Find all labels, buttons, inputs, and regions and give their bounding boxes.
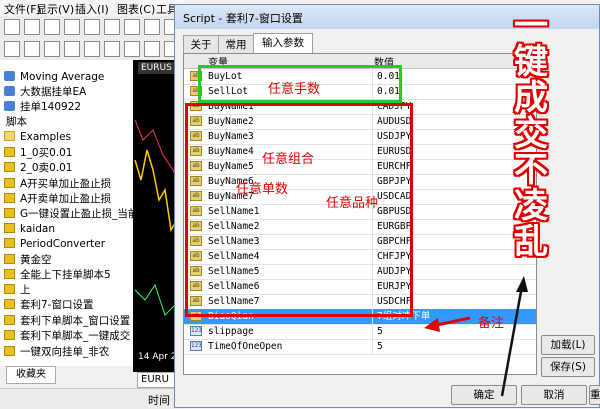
slogan-char: 一 xyxy=(514,6,548,46)
slogan-char: 乱 xyxy=(514,222,548,262)
note-arrow-head xyxy=(424,318,440,332)
ok-arrow xyxy=(500,285,524,397)
ok-arrow-head xyxy=(516,276,528,292)
slogan-char: 交 xyxy=(514,114,548,154)
slogan-char: 不 xyxy=(514,150,548,190)
slogan-char: 凌 xyxy=(514,186,548,226)
slogan-char: 成 xyxy=(514,78,548,118)
big-slogan: 一 键 成 交 不 凌 乱 xyxy=(502,8,560,260)
slogan-char: 键 xyxy=(514,42,548,82)
